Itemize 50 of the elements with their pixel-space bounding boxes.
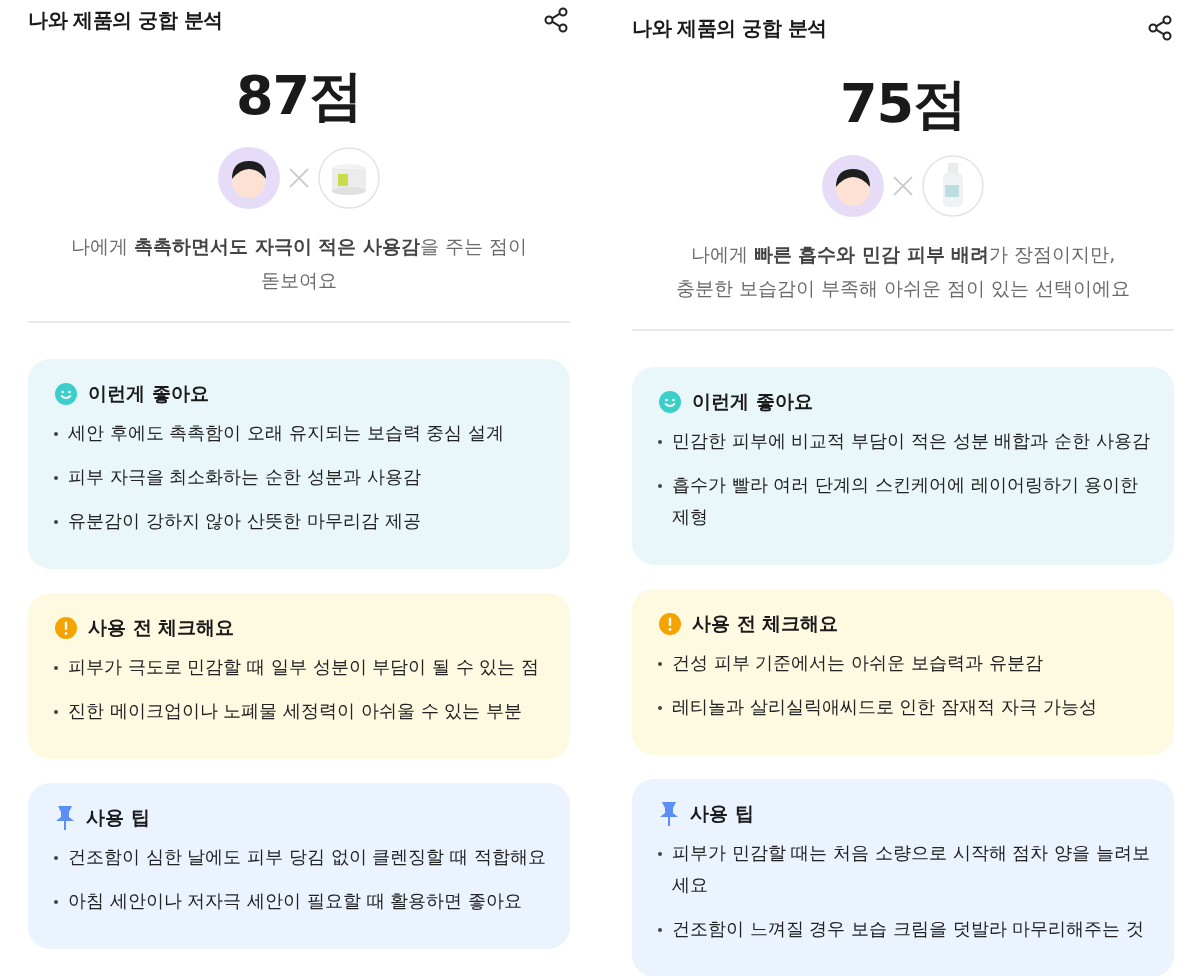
bullet-icon — [54, 520, 58, 524]
summary-text: 나에게 촉촉하면서도 자극이 적은 사용감을 주는 점이 돋보여요 — [70, 234, 528, 293]
times-icon — [892, 175, 914, 197]
share-icon[interactable] — [542, 6, 570, 34]
bullet-icon — [54, 710, 58, 714]
bullet-icon — [54, 666, 58, 670]
share-icon[interactable] — [1146, 14, 1174, 42]
list-item: 피부가 민감할 때는 처음 소량으로 시작해 점차 양을 늘려보세요 — [672, 841, 1150, 897]
times-icon — [288, 167, 310, 189]
section-title: 이런게 좋아요 — [88, 381, 209, 406]
bullet-icon — [658, 706, 662, 710]
list-item: 진한 메이크업이나 노폐물 세정력이 아쉬울 수 있는 부분 — [68, 699, 523, 723]
list-item: 레티놀과 살리실릭애씨드로 인한 잠재적 자극 가능성 — [672, 695, 1097, 719]
section-title: 사용 팁 — [690, 801, 754, 826]
list-item: 세안 후에도 촉촉함이 오래 유지되는 보습력 중심 설계 — [68, 421, 505, 445]
list-item: 피부가 극도로 민감할 때 일부 성분이 부담이 될 수 있는 점 — [68, 655, 540, 679]
bullet-icon — [54, 476, 58, 480]
list-item: 건성 피부 기준에서는 아쉬운 보습력과 유분감 — [672, 651, 1043, 675]
pushpin-icon — [54, 805, 76, 831]
section-title: 사용 팁 — [86, 805, 150, 830]
bullet-icon — [658, 852, 662, 856]
bullet-icon — [54, 856, 58, 860]
bullet-icon — [54, 900, 58, 904]
bullet-icon — [658, 928, 662, 932]
list-item: 아침 세안이나 저자극 세안이 필요할 때 활용하면 좋아요 — [68, 889, 523, 913]
list-item: 건조함이 느껴질 경우 보습 크림을 덧발라 마무리해주는 것 — [672, 917, 1145, 941]
list-item: 피부 자극을 최소화하는 순한 성분과 사용감 — [68, 465, 421, 489]
score: 87점 — [234, 63, 364, 129]
pushpin-icon — [658, 801, 680, 827]
bullet-icon — [658, 662, 662, 666]
page-title: 나와 제품의 궁합 분석 — [28, 6, 223, 34]
bullet-icon — [658, 440, 662, 444]
warning-icon — [658, 612, 682, 636]
bullet-icon — [54, 432, 58, 436]
bullet-icon — [658, 484, 662, 488]
list-item: 건조함이 심한 날에도 피부 당김 없이 클렌징할 때 적합해요 — [68, 845, 546, 869]
summary-text: 나에게 빠른 흡수와 민감 피부 배려가 장점이지만, 충분한 보습감이 부족해 아쉬운 점이 있는 선택이에요 — [674, 242, 1132, 301]
smiley-icon — [658, 390, 682, 414]
list-item: 유분감이 강하지 않아 산뜻한 마무리감 제공 — [68, 509, 421, 533]
smiley-icon — [54, 382, 78, 406]
score: 75점 — [838, 71, 968, 137]
section-title: 사용 전 체크해요 — [692, 611, 839, 636]
section-title: 사용 전 체크해요 — [88, 615, 235, 640]
warning-icon — [54, 616, 78, 640]
list-item: 민감한 피부에 비교적 부담이 적은 성분 배합과 순한 사용감 — [672, 429, 1150, 453]
list-item: 흡수가 빨라 여러 단계의 스킨케어에 레이어링하기 용이한 제형 — [672, 473, 1140, 529]
avatar-icon — [822, 155, 884, 217]
avatar-icon — [218, 147, 280, 209]
page-title: 나와 제품의 궁합 분석 — [632, 14, 827, 42]
section-title: 이런게 좋아요 — [692, 389, 813, 414]
